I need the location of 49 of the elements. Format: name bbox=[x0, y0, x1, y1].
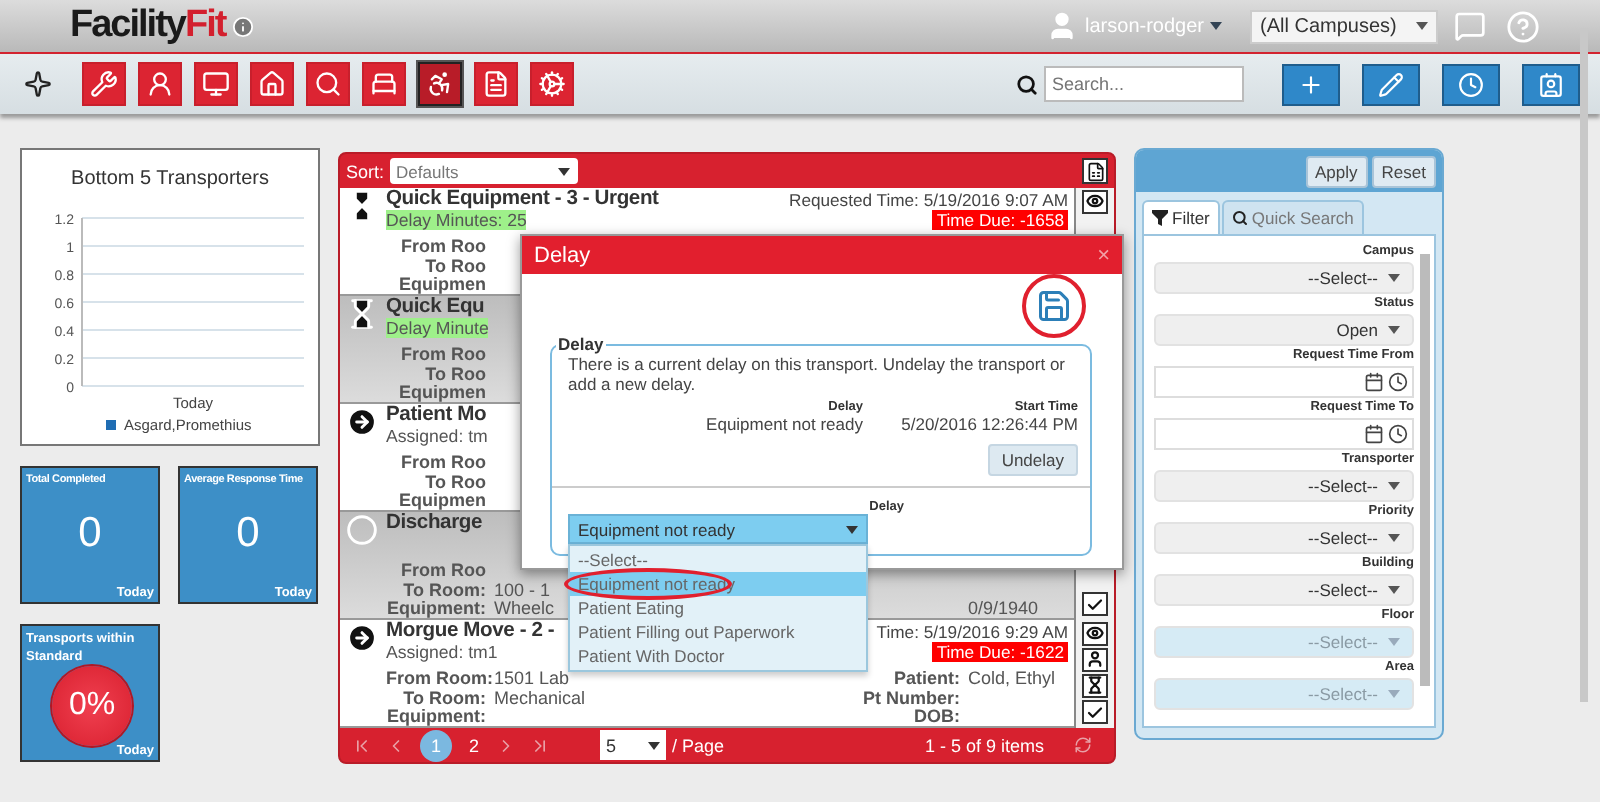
group-legend: Delay bbox=[556, 334, 606, 354]
detail-label: To Roo bbox=[423, 365, 486, 384]
transport-title: Morgue Move - 2 - bbox=[386, 620, 555, 642]
detail-label: Equipmen bbox=[396, 276, 486, 295]
assigned-to: Assigned: tm1 bbox=[386, 642, 498, 662]
detail-label: Equipment: bbox=[386, 708, 486, 727]
detail-label: DOB: bbox=[912, 708, 960, 727]
tile-value: 0 bbox=[234, 510, 262, 558]
logo: FacilityFit bbox=[70, 4, 254, 48]
item-count: 1 - 5 of 9 items bbox=[924, 735, 1044, 755]
assigned-to: Assigned: tm bbox=[386, 426, 488, 446]
detail-label: From Roo bbox=[399, 454, 486, 473]
transport-title: Quick Equipment - 3 - Urgent bbox=[386, 188, 659, 210]
page-size-label: / Page bbox=[672, 735, 725, 755]
delay-minutes: Delay Minutes: 25 bbox=[386, 210, 527, 230]
column-value: 5/20/2016 12:26:44 PM bbox=[899, 414, 1078, 434]
detail-label: From Roo bbox=[399, 562, 486, 581]
transport-title: Quick Equ bbox=[386, 296, 485, 318]
detail-label: To Roo bbox=[423, 473, 486, 492]
chart-title: Bottom 5 Transporters bbox=[71, 168, 269, 190]
transport-title: Patient Mo bbox=[386, 404, 487, 426]
detail-label: Equipment: bbox=[386, 600, 486, 619]
detail-label: Equipmen bbox=[396, 492, 486, 511]
detail-label: From Roo bbox=[399, 346, 486, 365]
dialog-title: Delay bbox=[534, 243, 591, 267]
detail-label: Equipmen bbox=[396, 384, 486, 403]
delay-message: There is a current delay on this transport. Undelay the transport or add a new delay. bbox=[568, 354, 1068, 394]
detail-label: Pt Number: bbox=[862, 689, 960, 708]
time-due: Time Due: -1622 bbox=[932, 642, 1068, 662]
detail-label: To Room: bbox=[401, 689, 486, 708]
detail-value: 1501 Lab bbox=[494, 670, 572, 689]
requested-time: Time: 5/19/2016 9:29 AM bbox=[876, 621, 1068, 641]
detail-label: To Roo bbox=[423, 257, 486, 276]
detail-label: To Room: bbox=[401, 581, 486, 600]
sort-label: Sort: bbox=[346, 161, 385, 181]
gauge-value: 0% bbox=[52, 666, 132, 746]
column-value: Equipment not ready bbox=[704, 414, 863, 434]
detail-value: Cold, Ethyl bbox=[968, 670, 1058, 689]
delay-minutes: Delay Minute bbox=[386, 318, 489, 338]
detail-value: 100 - 1 bbox=[494, 581, 553, 600]
transport-title: Discharge bbox=[386, 512, 482, 534]
time-due: Time Due: -1658 bbox=[932, 210, 1068, 230]
detail-label: From Roo bbox=[399, 238, 486, 257]
detail-value: Mechanical bbox=[494, 689, 586, 708]
detail-value: 0/9/1940 bbox=[968, 600, 1041, 619]
requested-time: Requested Time: 5/19/2016 9:07 AM bbox=[788, 189, 1068, 209]
detail-value: Wheelc bbox=[494, 600, 555, 619]
tile-value: 0 bbox=[76, 510, 104, 558]
detail-label: Patient: bbox=[891, 670, 960, 689]
